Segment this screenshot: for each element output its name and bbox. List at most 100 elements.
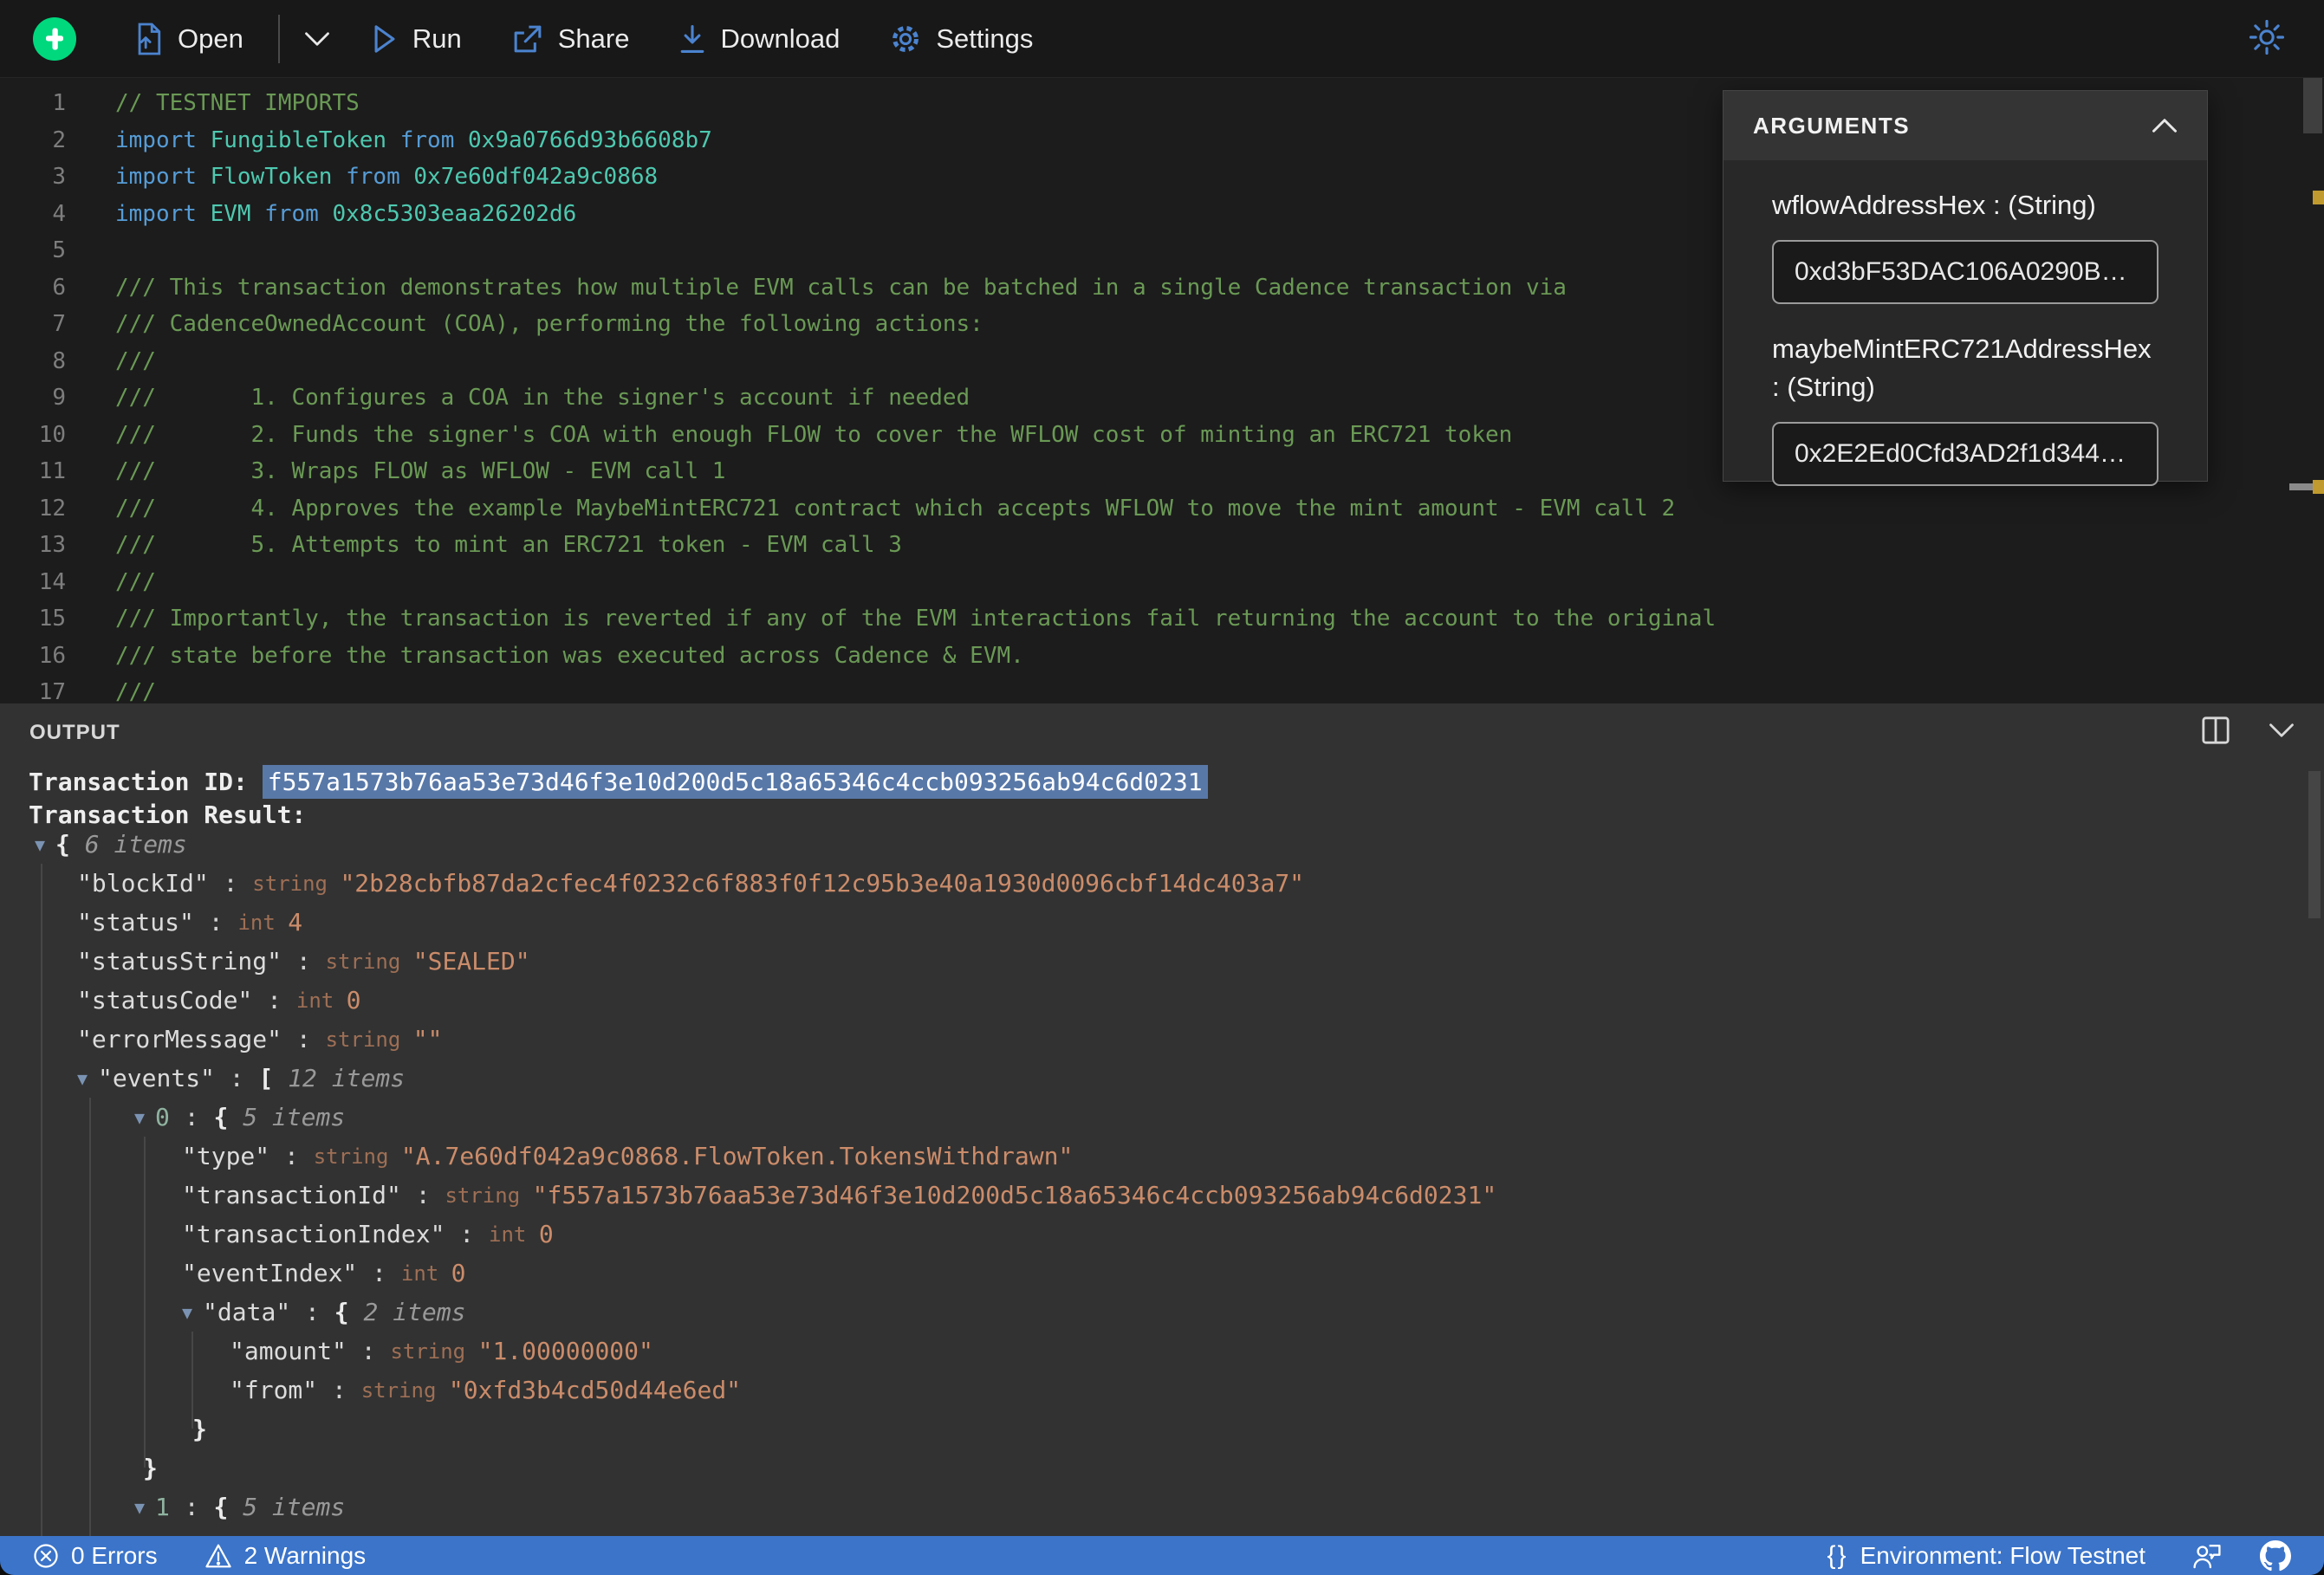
tree-key: "type": [182, 1142, 270, 1170]
line-number: 3: [52, 164, 66, 191]
tree-key: "events": [98, 1064, 215, 1092]
code-token: /// CadenceOwnedAccount (COA), performin…: [115, 311, 983, 338]
tree-bracket: {: [334, 1298, 364, 1326]
code-token: // TESTNET IMPORTS: [115, 90, 360, 117]
line-number: 9: [52, 385, 66, 412]
json-tree-row: "transactionId" : string "f557a1573b76aa…: [0, 1176, 2298, 1215]
output-scrollbar-thumb[interactable]: [2308, 771, 2321, 918]
line-number: 14: [38, 568, 66, 595]
json-tree-row: ▼ { 6 items: [0, 825, 2298, 864]
tree-toggle-icon[interactable]: ▼: [182, 1302, 192, 1323]
tree-value: 0: [451, 1259, 466, 1287]
tree-token: :: [282, 1025, 326, 1053]
tree-type-label: string: [313, 1144, 401, 1169]
code-editor[interactable]: 1 // TESTNET IMPORTS 2 import FungibleToken…: [0, 78, 2324, 703]
tree-token: :: [445, 1220, 490, 1248]
transaction-id-label: Transaction ID:: [29, 768, 263, 796]
editor-scrollbar[interactable]: [2289, 78, 2324, 703]
tree-type-label: string: [390, 1338, 478, 1364]
tree-type-label: int: [489, 1222, 539, 1247]
editor-scrollbar-thumb[interactable]: [2303, 78, 2322, 133]
tree-type-label: string: [325, 949, 413, 974]
toolbar: Open Run Share Download Settings: [0, 0, 2324, 78]
code-token: /// state before the transaction was exe…: [115, 642, 1024, 669]
collapse-output-button[interactable]: [2269, 723, 2295, 741]
tree-item-count: 5 items: [243, 1493, 346, 1521]
chevron-down-icon: [2269, 723, 2294, 737]
settings-button[interactable]: Settings: [890, 23, 1033, 55]
code-token: import: [115, 200, 211, 227]
flow-logo: [33, 16, 76, 61]
open-menu-chevron-button[interactable]: [304, 30, 330, 48]
json-tree-row: "status" : int 4: [0, 903, 2298, 942]
tree-token: :: [357, 1259, 401, 1287]
tree-key: "status": [77, 908, 194, 937]
tree-bracket: {: [55, 830, 85, 859]
tree-value: 0: [346, 986, 361, 1014]
arguments-panel-header[interactable]: ARGUMENTS: [1724, 91, 2207, 160]
warnings-status[interactable]: 2 Warnings: [204, 1541, 367, 1570]
code-text: import EVM from 0x8c5303eaa26202d6: [115, 201, 576, 227]
code-line: 12 /// 4. Approves the example MaybeMintE…: [0, 490, 2289, 528]
code-token: ///: [115, 568, 156, 595]
code-text: ///: [115, 569, 156, 595]
tree-value: "2b28cbfb87da2cfec4f0232c6f883f0f12c95b3…: [340, 869, 1305, 898]
code-line: 15 /// Importantly, the transaction is re…: [0, 600, 2289, 638]
line-number: 10: [38, 421, 66, 448]
errors-count: 0 Errors: [71, 1541, 158, 1569]
argument-input-wflow[interactable]: [1772, 240, 2158, 305]
environment-status[interactable]: {} Environment: Flow Testnet: [1827, 1541, 2145, 1571]
tree-key: "from": [230, 1376, 318, 1404]
tree-token: :: [269, 1142, 314, 1170]
open-button[interactable]: Open: [133, 23, 243, 55]
tree-value: "A.7e60df042a9c0868.FlowToken.TokensWith…: [400, 1142, 1074, 1170]
arguments-panel: ARGUMENTS wflowAddressHex : (String) may…: [1723, 90, 2208, 487]
line-number: 17: [38, 679, 66, 703]
json-result-tree: ▼ { 6 items "blockId" : string "2b28cbfb87…: [0, 825, 2298, 1536]
code-token: FlowToken: [210, 164, 347, 191]
tree-token: :: [400, 1181, 445, 1209]
code-text: import FungibleToken from 0x9a0766d93b66…: [115, 127, 712, 153]
tree-value: "SEALED": [412, 947, 530, 975]
tree-token: :: [169, 1103, 214, 1131]
line-number: 5: [52, 237, 66, 264]
tree-value: "1.00000000": [477, 1337, 653, 1365]
json-tree-row: }: [0, 1449, 2298, 1488]
tree-index: 0: [155, 1103, 170, 1131]
tree-item-count: 6 items: [84, 830, 187, 859]
chevron-up-icon[interactable]: [2152, 118, 2178, 133]
tree-toggle-icon[interactable]: ▼: [35, 834, 45, 855]
split-columns-icon: [2202, 716, 2230, 744]
tree-toggle-icon[interactable]: ▼: [134, 1107, 145, 1128]
tree-item-count: 12 items: [288, 1064, 406, 1092]
tree-toggle-icon[interactable]: ▼: [77, 1068, 88, 1089]
status-bar: 0 Errors 2 Warnings {} Environment: Flow…: [0, 1536, 2324, 1575]
tree-type-label: int: [237, 910, 289, 935]
transaction-id-value: f557a1573b76aa53e73d46f3e10d200d5c18a653…: [262, 765, 1208, 799]
transaction-id-line: Transaction ID: f557a1573b76aa53e73d46f3…: [29, 765, 1208, 799]
tree-key: "transactionIndex": [182, 1220, 445, 1248]
share-button[interactable]: Share: [512, 23, 629, 55]
json-tree-row: }: [0, 1410, 2298, 1449]
code-line: 13 /// 5. Attempts to mint an ERC721 toke…: [0, 527, 2289, 564]
feedback-person-icon: [2193, 1544, 2221, 1568]
tree-type-label: string: [252, 871, 341, 896]
theme-toggle-button[interactable]: [2249, 19, 2285, 57]
tree-bracket: {: [213, 1493, 243, 1521]
errors-status[interactable]: 0 Errors: [33, 1542, 158, 1570]
download-button[interactable]: Download: [679, 23, 840, 55]
feedback-button[interactable]: [2192, 1542, 2222, 1570]
code-token: /// Importantly, the transaction is reve…: [115, 606, 1717, 632]
code-token: from: [399, 126, 469, 153]
code-text: ///: [115, 679, 156, 703]
code-token: /// 5. Attempts to mint an ERC721 token …: [115, 532, 902, 559]
tree-toggle-icon[interactable]: ▼: [134, 1497, 145, 1518]
argument-label: wflowAddressHex : (String): [1772, 190, 2096, 220]
warnings-count: 2 Warnings: [243, 1541, 367, 1569]
tree-token: :: [208, 869, 253, 898]
github-link[interactable]: [2260, 1539, 2291, 1572]
argument-input-maybemint[interactable]: [1772, 422, 2158, 487]
run-button[interactable]: Run: [372, 23, 462, 55]
json-tree-row: "statusCode" : int 0: [0, 981, 2298, 1020]
split-view-button[interactable]: [2201, 716, 2230, 748]
